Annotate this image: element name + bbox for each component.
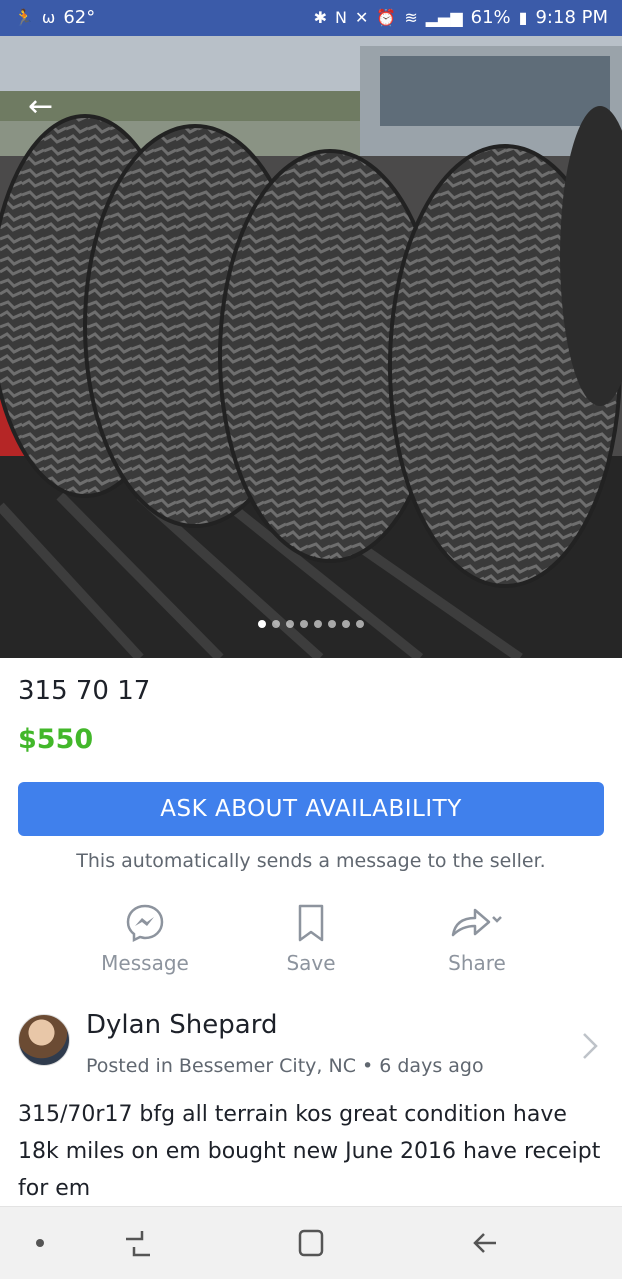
tires-in-truck-bed-image <box>0 36 622 658</box>
nfc-icon: N <box>335 7 347 27</box>
save-action[interactable]: Save <box>251 903 371 975</box>
back-button-icon[interactable] <box>466 1225 506 1261</box>
home-button-icon[interactable] <box>291 1225 331 1261</box>
carousel-dot[interactable] <box>286 620 294 628</box>
wifi-icon: ≋ <box>404 7 418 27</box>
battery-icon: ▮ <box>518 7 528 27</box>
posted-info: Posted in Bessemer City, NC • 6 days ago <box>86 1055 484 1077</box>
carousel-dot[interactable] <box>342 620 350 628</box>
mute-icon: ✕ <box>354 7 369 27</box>
carousel-dot[interactable] <box>258 620 266 628</box>
avatar[interactable] <box>18 1014 70 1066</box>
save-label: Save <box>286 951 336 975</box>
listing-description: 315/70r17 bfg all terrain kos great cond… <box>18 1102 601 1201</box>
carousel-dot[interactable] <box>272 620 280 628</box>
chevron-right-icon[interactable] <box>578 1032 602 1060</box>
ask-availability-button[interactable]: ASK ABOUT AVAILABILITY <box>18 782 604 836</box>
carousel-dot[interactable] <box>300 620 308 628</box>
signal-icon: ▂▄▆ <box>425 7 463 27</box>
message-label: Message <box>101 951 189 975</box>
ask-note: This automatically sends a message to th… <box>76 850 546 872</box>
carousel-indicator <box>0 620 622 628</box>
listing-title: 315 70 17 <box>18 676 151 706</box>
message-action[interactable]: Message <box>85 903 205 975</box>
share-label: Share <box>448 951 506 975</box>
carousel-dot[interactable] <box>314 620 322 628</box>
battery-percent: 61% <box>470 7 511 28</box>
clock: 9:18 PM <box>535 7 608 28</box>
activity-icon: 🏃 <box>14 7 34 27</box>
recent-apps-icon[interactable] <box>118 1225 158 1261</box>
bookmark-icon <box>298 904 324 942</box>
status-left: 🏃 ω 62° <box>14 7 95 28</box>
listing-photo[interactable]: ← <box>0 36 622 658</box>
messenger-icon <box>126 904 164 943</box>
bluetooth-icon: ✱ <box>313 7 328 27</box>
nav-dot-icon[interactable] <box>20 1225 60 1261</box>
seller-name[interactable]: Dylan Shepard <box>86 1010 277 1040</box>
status-bar: 🏃 ω 62° ✱ N ✕ ⏰ ≋ ▂▄▆ 61% ▮ 9:18 PM <box>0 0 622 36</box>
back-arrow-icon[interactable]: ← <box>28 92 68 122</box>
carousel-dot[interactable] <box>356 620 364 628</box>
share-arrow-icon <box>451 908 502 937</box>
alarm-icon: ⏰ <box>376 7 397 27</box>
android-nav-bar <box>0 1206 622 1279</box>
share-action[interactable]: Share <box>417 903 537 975</box>
carousel-dot[interactable] <box>328 620 336 628</box>
listing-price: $550 <box>18 724 94 755</box>
weather-app-icon: ω <box>41 7 56 27</box>
status-right: ✱ N ✕ ⏰ ≋ ▂▄▆ 61% ▮ 9:18 PM <box>314 7 608 28</box>
temperature: 62° <box>63 7 96 28</box>
